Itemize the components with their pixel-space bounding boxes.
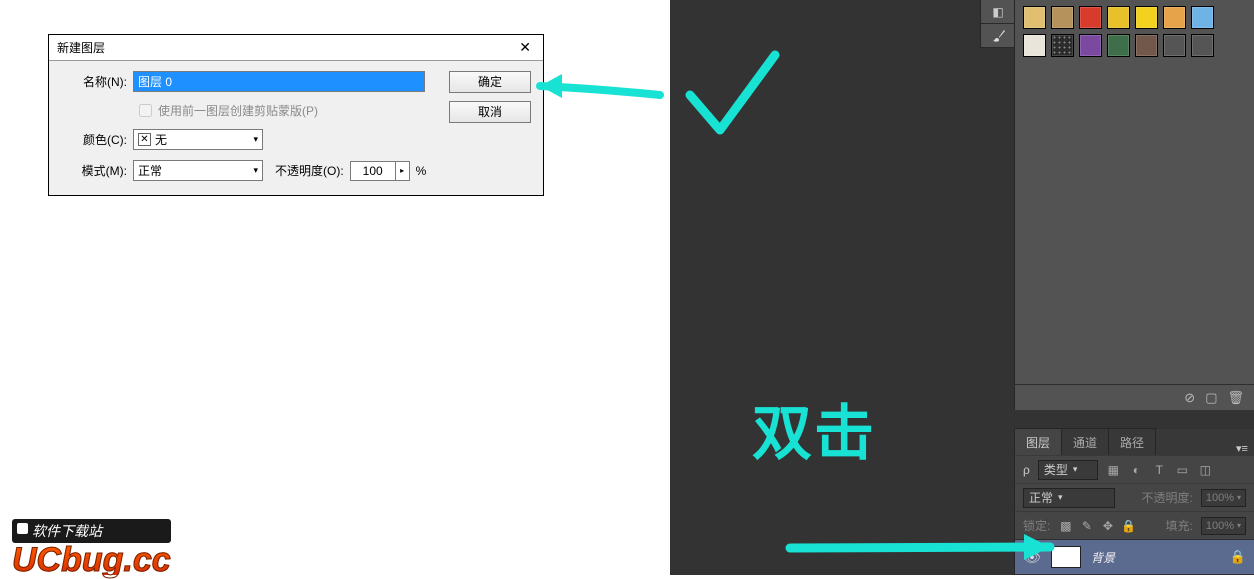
blocked-icon[interactable]: ⊘ <box>1184 390 1195 406</box>
color-label: 颜色(C): <box>61 131 133 148</box>
tab-paths[interactable]: 路径 <box>1109 428 1156 455</box>
new-layer-dialog: 新建图层 ✕ 确定 取消 名称(N): 使用前一图层创建剪贴蒙版(P) 颜色(C… <box>48 34 544 196</box>
opacity-flyout-icon[interactable]: ▸ <box>396 161 410 181</box>
panel-opacity-value[interactable]: 100%▾ <box>1201 489 1246 507</box>
clip-mask-label: 使用前一图层创建剪贴蒙版(P) <box>158 102 318 119</box>
side-toolbar: ◧ <box>980 0 1016 48</box>
lock-fill-row: 锁定: ▩ ✎ ✥ 🔒 填充: 100%▾ <box>1015 511 1254 539</box>
swatch[interactable] <box>1163 6 1186 29</box>
kind-dropdown[interactable]: 类型 ▾ <box>1038 460 1098 480</box>
swatch[interactable] <box>1163 34 1186 57</box>
chevron-down-icon: ▾ <box>253 165 258 176</box>
close-icon[interactable]: ✕ <box>515 39 535 56</box>
clip-mask-checkbox <box>139 104 152 117</box>
layer-thumbnail[interactable] <box>1051 546 1081 568</box>
mode-value: 正常 <box>138 162 162 179</box>
panel-opacity-label: 不透明度: <box>1142 489 1193 506</box>
chevron-down-icon: ▾ <box>1073 464 1078 475</box>
filter-adjust-icon[interactable]: ◐ <box>1129 462 1144 477</box>
swatch[interactable] <box>1191 6 1214 29</box>
mode-label: 模式(M): <box>61 162 133 179</box>
photoshop-dark-area: ◧ ⊘ ▢ 🗑 图层 通道 路径 ▾≡ ρ 类型 <box>670 0 1254 575</box>
swatch[interactable] <box>1107 6 1130 29</box>
lock-image-icon[interactable]: ✎ <box>1079 518 1094 533</box>
mode-dropdown[interactable]: 正常 ▾ <box>133 160 263 181</box>
lock-transparent-icon[interactable]: ▩ <box>1058 518 1073 533</box>
kind-label: 类型 <box>1044 461 1068 478</box>
swatch[interactable] <box>1135 6 1158 29</box>
fill-value[interactable]: 100%▾ <box>1201 517 1246 535</box>
opacity-value: 100 <box>363 164 383 178</box>
layer-name-input[interactable] <box>133 71 425 92</box>
logo-bottom-text: UCbug.cc <box>12 545 171 575</box>
filter-smart-icon[interactable]: ◫ <box>1198 462 1213 477</box>
blend-mode-value: 正常 <box>1029 489 1053 506</box>
layer-name-label: 背景 <box>1091 549 1220 566</box>
logo-top-text: 软件下载站 <box>12 519 171 543</box>
swatch[interactable] <box>1079 6 1102 29</box>
blend-opacity-row: 正常 ▾ 不透明度: 100%▾ <box>1015 483 1254 511</box>
lock-all-icon[interactable]: 🔒 <box>1121 518 1136 533</box>
blend-mode-dropdown[interactable]: 正常 ▾ <box>1023 488 1115 508</box>
swatch[interactable] <box>1023 6 1046 29</box>
new-swatch-icon[interactable]: ▢ <box>1205 390 1217 406</box>
name-label: 名称(N): <box>61 73 133 90</box>
tab-layers[interactable]: 图层 <box>1015 428 1062 455</box>
swatches-grid <box>1015 0 1254 84</box>
opacity-label: 不透明度(O): <box>263 162 350 179</box>
dialog-titlebar[interactable]: 新建图层 ✕ <box>49 35 543 61</box>
chevron-down-icon: ▾ <box>1058 492 1063 503</box>
layer-lock-icon: 🔒 <box>1230 549 1246 565</box>
none-swatch-icon: ✕ <box>138 133 151 146</box>
visibility-eye-icon[interactable]: 👁 <box>1023 549 1041 566</box>
opacity-unit: % <box>410 164 427 178</box>
color-value: 无 <box>155 131 167 148</box>
tab-channels[interactable]: 通道 <box>1062 428 1109 455</box>
layer-filter-row: ρ 类型 ▾ ▦ ◐ T ▭ ◫ <box>1015 455 1254 483</box>
swatch[interactable] <box>1107 34 1130 57</box>
swatch[interactable] <box>1191 34 1214 57</box>
trash-icon[interactable]: 🗑 <box>1227 390 1244 406</box>
background-layer-item[interactable]: 👁 背景 🔒 <box>1015 539 1254 575</box>
cancel-button[interactable]: 取消 <box>449 101 531 123</box>
dialog-title: 新建图层 <box>57 39 105 56</box>
layers-panel-tabs: 图层 通道 路径 ▾≡ <box>1015 429 1254 455</box>
chevron-down-icon: ▾ <box>253 134 258 145</box>
swatch[interactable] <box>1135 34 1158 57</box>
lock-position-icon[interactable]: ✥ <box>1100 518 1115 533</box>
left-white-area: 新建图层 ✕ 确定 取消 名称(N): 使用前一图层创建剪贴蒙版(P) 颜色(C… <box>0 0 670 575</box>
swatches-footer: ⊘ ▢ 🗑 <box>1015 384 1254 410</box>
swatch[interactable] <box>1079 34 1102 57</box>
lock-label: 锁定: <box>1023 517 1050 534</box>
swatch[interactable] <box>1051 6 1074 29</box>
swatch[interactable] <box>1023 34 1046 57</box>
swatches-panel: ⊘ ▢ 🗑 <box>1014 0 1254 410</box>
filter-type-icon[interactable]: T <box>1152 462 1167 477</box>
color-dropdown[interactable]: ✕ 无 ▾ <box>133 129 263 150</box>
swatch[interactable] <box>1051 34 1074 57</box>
layers-panel: 图层 通道 路径 ▾≡ ρ 类型 ▾ ▦ ◐ T ▭ ◫ 正常 ▾ 不透明度: <box>1014 429 1254 575</box>
panel-menu-icon[interactable]: ▾≡ <box>1230 437 1254 455</box>
ok-button[interactable]: 确定 <box>449 71 531 93</box>
toolbar-tool-1[interactable]: ◧ <box>981 0 1015 24</box>
ucbug-logo: 软件下载站 UCbug.cc <box>12 519 171 575</box>
opacity-input[interactable]: 100 <box>350 161 396 181</box>
filter-pixel-icon[interactable]: ▦ <box>1106 462 1121 477</box>
fill-label: 填充: <box>1166 517 1193 534</box>
filter-shape-icon[interactable]: ▭ <box>1175 462 1190 477</box>
brush-tool-icon[interactable] <box>981 24 1015 48</box>
